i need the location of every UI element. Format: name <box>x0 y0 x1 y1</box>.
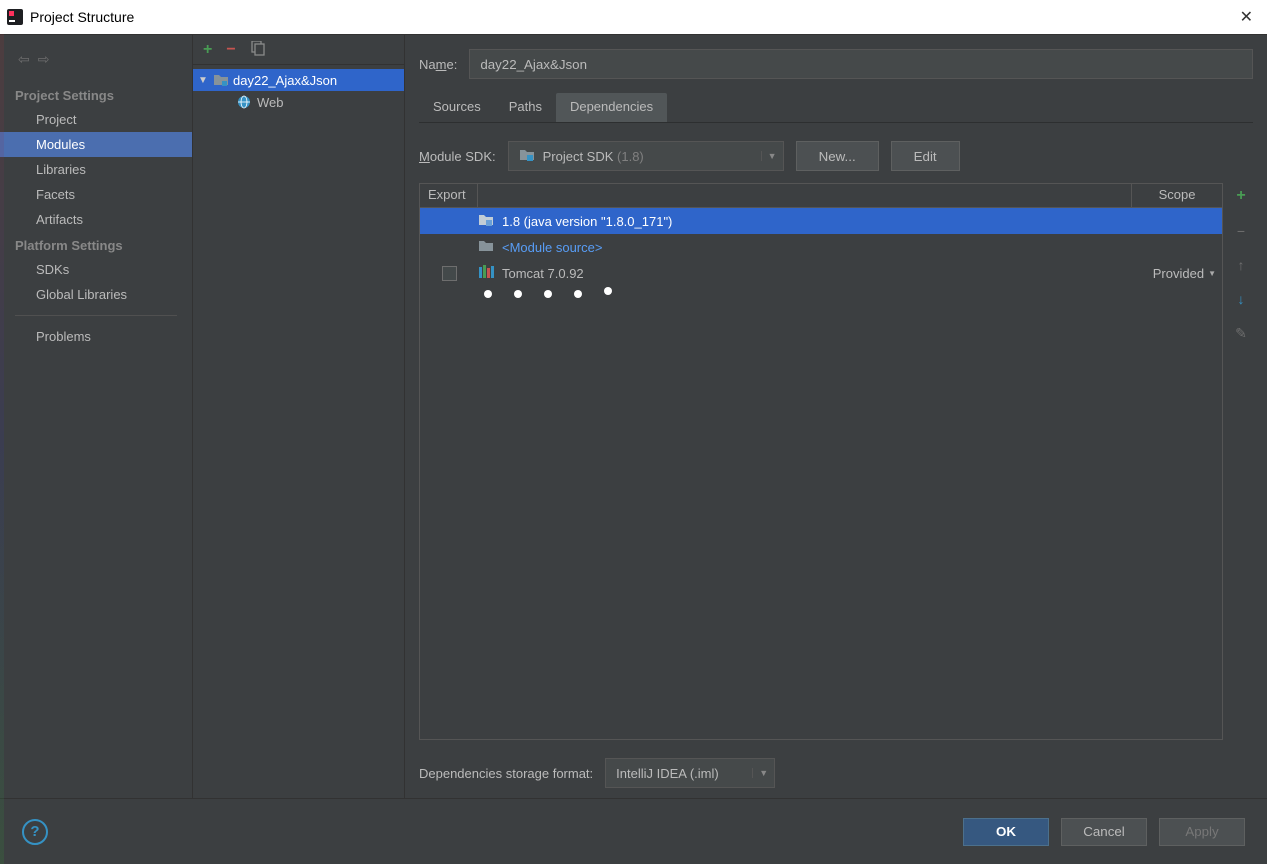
dep-tomcat-label: Tomcat 7.0.92 <box>502 266 584 281</box>
progress-dots <box>420 290 1222 298</box>
export-checkbox[interactable] <box>442 266 457 281</box>
nav-project[interactable]: Project <box>0 107 192 132</box>
chevron-down-icon[interactable]: ▼ <box>752 768 774 778</box>
nav-problems[interactable]: Problems <box>0 324 192 349</box>
copy-module-icon[interactable] <box>250 41 265 59</box>
storage-format-value: IntelliJ IDEA (.iml) <box>616 766 719 781</box>
tree-expand-icon[interactable]: ▼ <box>197 75 209 86</box>
sidebar-divider <box>15 315 177 316</box>
sdk-value-version: (1.8) <box>613 149 643 164</box>
new-sdk-button[interactable]: New... <box>796 141 879 171</box>
tab-sources[interactable]: Sources <box>419 93 495 122</box>
dep-row-jdk[interactable]: 1.8 (java version "1.8.0_171") <box>420 208 1222 234</box>
edit-dependency-icon[interactable]: ✎ <box>1235 325 1247 342</box>
tab-dependencies[interactable]: Dependencies <box>556 93 667 122</box>
nav-global-libraries[interactable]: Global Libraries <box>0 282 192 307</box>
nav-libraries[interactable]: Libraries <box>0 157 192 182</box>
decorative-edge <box>0 34 4 864</box>
chevron-down-icon[interactable]: ▼ <box>761 151 783 161</box>
project-settings-header: Project Settings <box>0 82 192 107</box>
nav-sdks[interactable]: SDKs <box>0 257 192 282</box>
sdk-folder-icon <box>519 148 535 165</box>
module-folder-icon <box>213 73 229 87</box>
ok-button[interactable]: OK <box>963 818 1049 846</box>
remove-dependency-icon[interactable]: − <box>1237 223 1245 239</box>
module-tabs: Sources Paths Dependencies <box>419 93 1253 122</box>
source-folder-icon <box>478 239 494 256</box>
sdk-value: Project SDK <box>543 149 614 164</box>
settings-sidebar: ⇦ ⇨ Project Settings Project Modules Lib… <box>0 35 193 798</box>
web-icon <box>237 95 253 109</box>
add-module-icon[interactable]: + <box>203 41 212 59</box>
edit-sdk-button[interactable]: Edit <box>891 141 960 171</box>
remove-module-icon[interactable]: − <box>226 41 235 59</box>
add-dependency-icon[interactable]: + <box>1236 187 1245 205</box>
dependencies-table: Export Scope 1.8 (java version "1.8.0_17… <box>419 183 1223 740</box>
tree-web-row[interactable]: Web <box>193 91 404 113</box>
tab-paths[interactable]: Paths <box>495 93 556 122</box>
tree-module-label: day22_Ajax&Json <box>233 73 337 88</box>
dep-module-source-label: <Module source> <box>502 240 602 255</box>
col-export[interactable]: Export <box>420 184 478 208</box>
close-icon[interactable]: ✕ <box>1232 3 1261 31</box>
col-name <box>478 184 1132 208</box>
window-title: Project Structure <box>30 9 134 25</box>
nav-modules[interactable]: Modules <box>0 132 192 157</box>
tree-toolbar: + − <box>193 35 404 65</box>
platform-settings-header: Platform Settings <box>0 232 192 257</box>
nav-facets[interactable]: Facets <box>0 182 192 207</box>
scope-selector[interactable]: Provided▼ <box>1132 266 1222 281</box>
module-tree-panel: + − ▼ day22_Ajax&Json Web <box>193 35 405 798</box>
library-icon <box>478 265 494 282</box>
deps-side-toolbar: + − ↑ ↓ ✎ <box>1229 183 1253 740</box>
storage-format-combo[interactable]: IntelliJ IDEA (.iml) ▼ <box>605 758 775 788</box>
dep-jdk-label: 1.8 (java version "1.8.0_171") <box>502 214 672 229</box>
tree-module-row[interactable]: ▼ day22_Ajax&Json <box>193 69 404 91</box>
module-sdk-label: Module SDK: <box>419 149 496 164</box>
dep-row-module-source[interactable]: <Module source> <box>420 234 1222 260</box>
cancel-button[interactable]: Cancel <box>1061 818 1147 846</box>
col-scope[interactable]: Scope <box>1132 184 1222 208</box>
dep-row-tomcat[interactable]: Tomcat 7.0.92 Provided▼ <box>420 260 1222 286</box>
nav-artifacts[interactable]: Artifacts <box>0 207 192 232</box>
name-label: Name: <box>419 57 457 72</box>
storage-format-label: Dependencies storage format: <box>419 766 593 781</box>
nav-back-icon[interactable]: ⇦ <box>18 51 30 68</box>
intellij-icon <box>6 8 24 26</box>
module-content-panel: Name: Sources Paths Dependencies Module … <box>405 35 1267 798</box>
move-down-icon[interactable]: ↓ <box>1238 291 1245 307</box>
help-icon[interactable]: ? <box>22 819 48 845</box>
module-name-input[interactable] <box>469 49 1253 79</box>
nav-forward-icon[interactable]: ⇨ <box>38 51 50 68</box>
module-sdk-combo[interactable]: Project SDK (1.8) ▼ <box>508 141 784 171</box>
tree-web-label: Web <box>257 95 284 110</box>
move-up-icon[interactable]: ↑ <box>1238 257 1245 273</box>
dialog-footer: ? OK Cancel Apply <box>0 798 1267 864</box>
title-bar: Project Structure ✕ <box>0 0 1267 34</box>
jdk-folder-icon <box>478 213 494 230</box>
apply-button[interactable]: Apply <box>1159 818 1245 846</box>
